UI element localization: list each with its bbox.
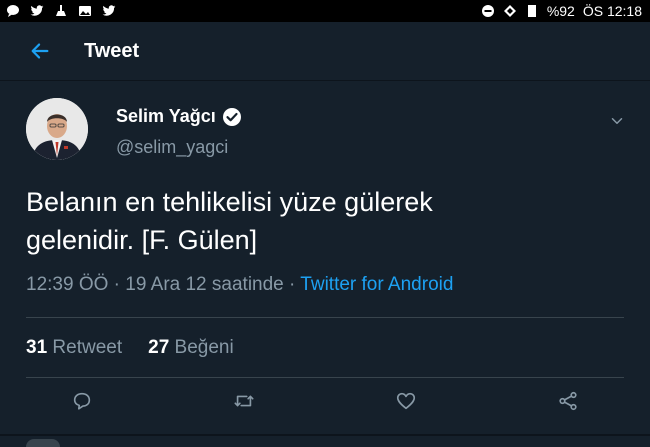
- twitter-bird-icon: [102, 4, 116, 18]
- cleaner-icon: [54, 4, 68, 18]
- retweet-count: 31: [26, 337, 48, 358]
- retweet-stat[interactable]: 31 Retweet: [26, 337, 122, 359]
- display-name[interactable]: Selim Yağcı: [116, 106, 216, 127]
- twitter-bird-icon: [30, 4, 44, 18]
- heart-icon: [396, 392, 416, 410]
- tweet-date: 19 Ara 12 saatinde: [125, 274, 284, 295]
- app-header: Tweet: [0, 22, 650, 81]
- reply-icon: [73, 392, 91, 410]
- status-bar-system: %92 ÖS 12:18: [481, 3, 650, 19]
- like-button[interactable]: [392, 387, 420, 415]
- tweet-detail: Selim Yağcı @selim_yagci Belanın en tehl…: [0, 81, 650, 447]
- do-not-disturb-icon: [481, 4, 495, 18]
- meta-separator: ·: [113, 274, 120, 295]
- meta-separator: ·: [289, 274, 296, 295]
- retweet-button[interactable]: [230, 387, 258, 415]
- like-stat[interactable]: 27 Beğeni: [148, 337, 234, 359]
- divider: [26, 377, 624, 378]
- retweet-icon: [234, 395, 254, 407]
- tweet-source-link[interactable]: Twitter for Android: [300, 274, 453, 295]
- like-count: 27: [148, 337, 170, 358]
- section-separator: [0, 434, 650, 436]
- tweet-text-line: Belanın en tehlikelisi yüze gülerek: [26, 187, 433, 217]
- tweet-options-button[interactable]: [605, 109, 629, 133]
- tweet-meta: 12:39 ÖÖ · 19 Ara 12 saatinde · Twitter …: [26, 274, 453, 296]
- battery-percentage: %92: [546, 3, 575, 19]
- tweet-time: 12:39 ÖÖ: [26, 274, 109, 295]
- like-label: Beğeni: [174, 337, 234, 358]
- share-button[interactable]: [554, 387, 582, 415]
- chat-bubble-icon: [6, 4, 20, 18]
- verified-badge-icon: [222, 107, 242, 127]
- divider: [26, 317, 624, 318]
- page-title: Tweet: [84, 39, 140, 62]
- tweet-text-line: gelenidir. [F. Gülen]: [26, 225, 258, 255]
- retweet-label: Retweet: [52, 337, 123, 358]
- status-bar-notifications: [0, 4, 116, 18]
- author-name-row[interactable]: Selim Yağcı: [116, 106, 242, 127]
- tweet-actions: [0, 387, 650, 427]
- share-icon: [559, 391, 577, 411]
- status-bar: %92 ÖS 12:18: [0, 0, 650, 22]
- avatar[interactable]: [26, 98, 88, 160]
- arrow-left-icon: [31, 43, 49, 59]
- wifi-icon: [503, 4, 517, 18]
- image-icon: [78, 4, 92, 18]
- tweet-text: Belanın en tehlikelisi yüze gülerek gele…: [26, 183, 586, 259]
- tweet-stats: 31 Retweet 27 Beğeni: [26, 337, 234, 359]
- chevron-down-icon: [611, 118, 623, 124]
- clock: ÖS 12:18: [582, 3, 642, 19]
- reply-button[interactable]: [68, 387, 96, 415]
- back-button[interactable]: [22, 33, 58, 69]
- user-handle[interactable]: @selim_yagci: [116, 137, 228, 158]
- signal-icon: [525, 4, 539, 18]
